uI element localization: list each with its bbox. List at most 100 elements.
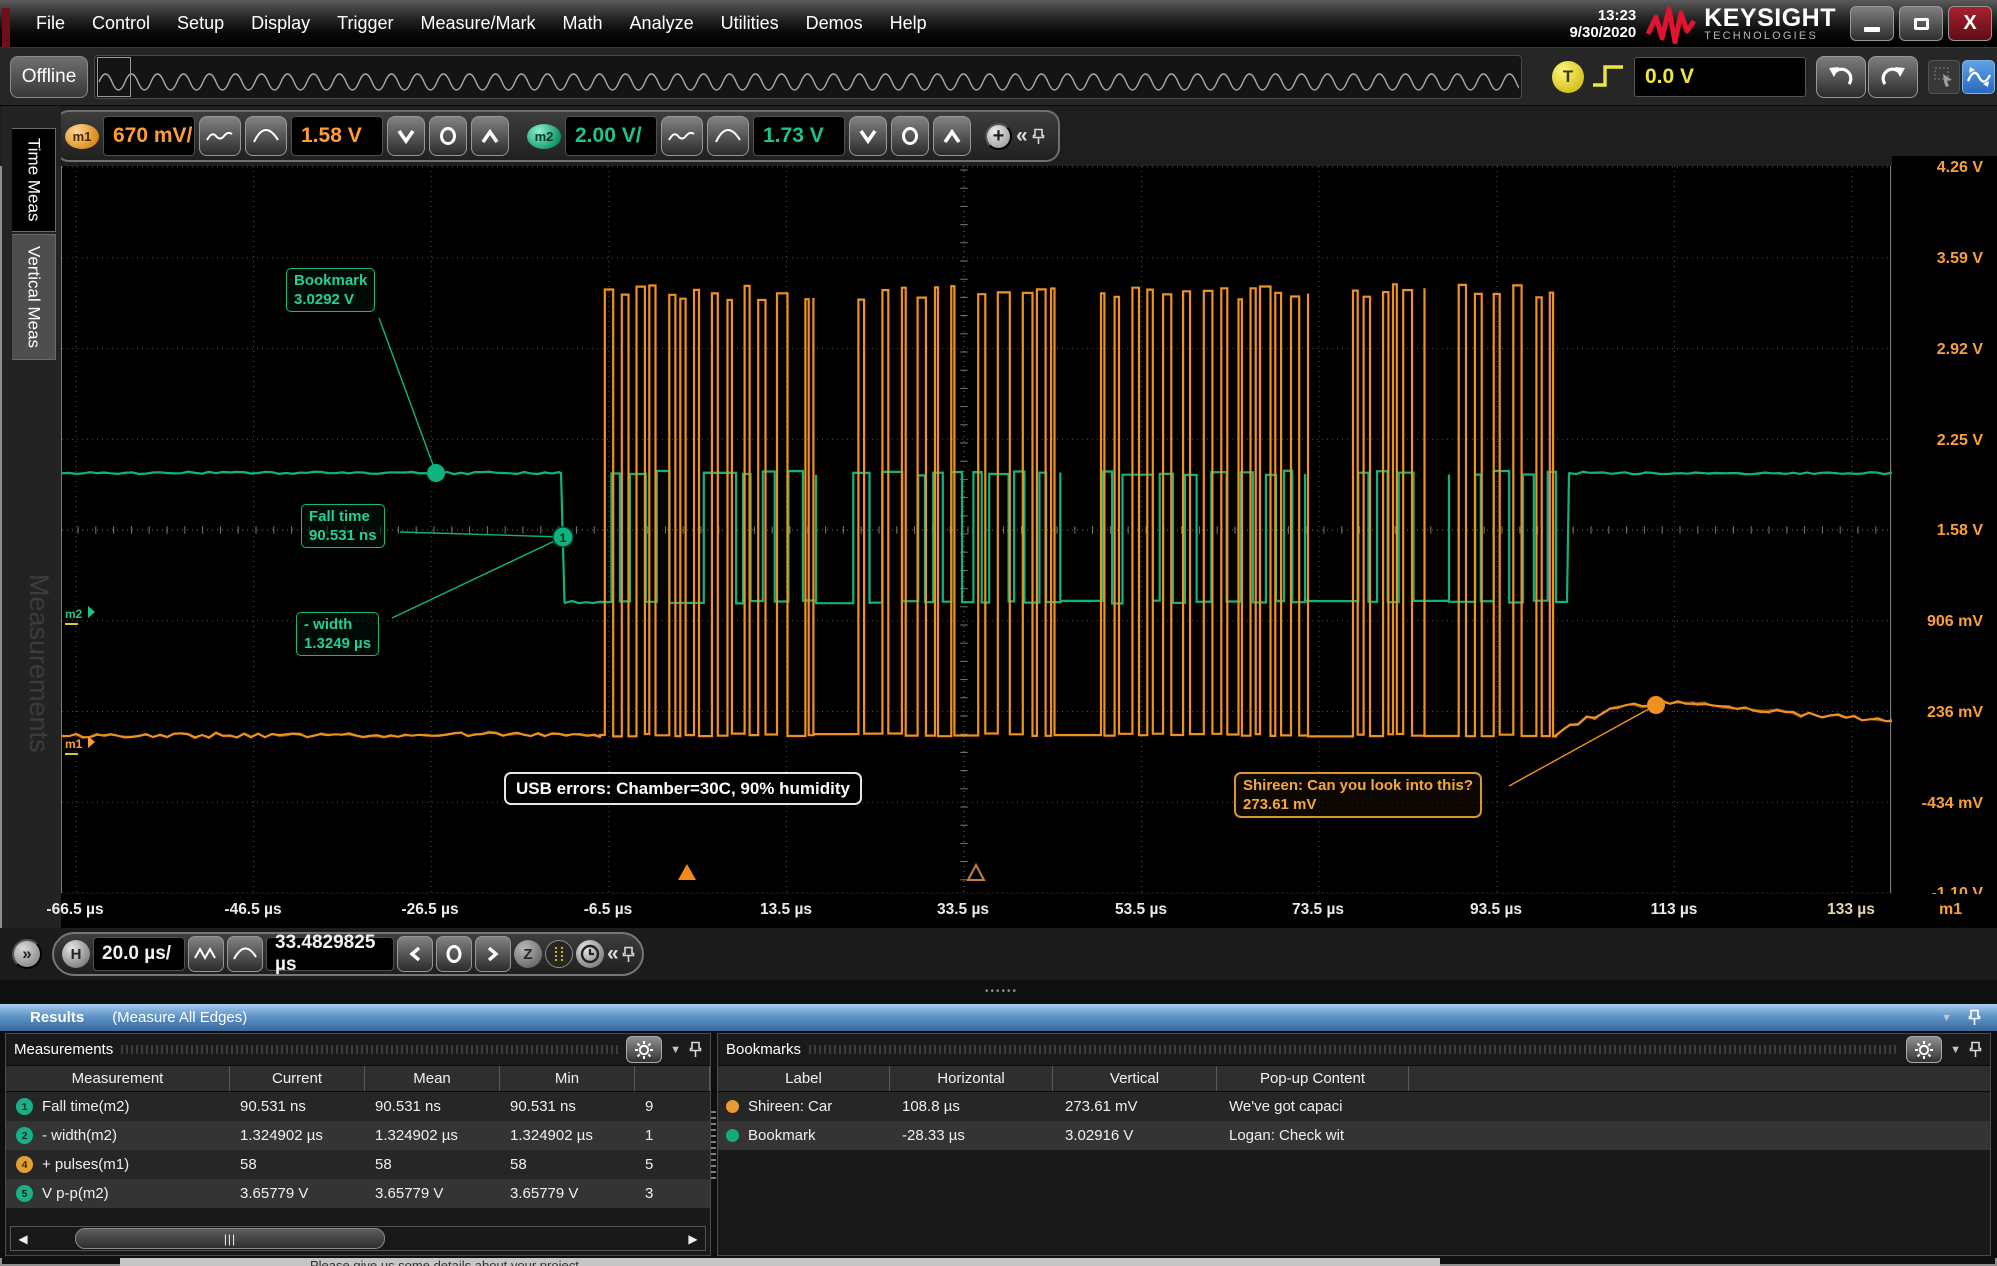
y-tick-label: 1.58 V xyxy=(1937,522,1983,540)
m1-offset-input[interactable]: 1.58 V xyxy=(291,116,383,156)
position-left-button[interactable] xyxy=(397,936,433,972)
offline-run-button[interactable]: Offline xyxy=(10,56,88,98)
table-row[interactable]: Shireen: Car 108.8 µs 273.61 mV We've go… xyxy=(718,1092,1990,1121)
trigger-edge-icon[interactable] xyxy=(1590,61,1626,91)
m1-offset-up-button[interactable] xyxy=(471,116,509,156)
m2-offset-down-button[interactable] xyxy=(849,116,887,156)
width-annotation[interactable]: - width 1.3249 µs xyxy=(296,612,379,656)
add-channel-button[interactable]: + xyxy=(985,123,1012,150)
table-row[interactable]: Bookmark -28.33 µs 3.02916 V Logan: Chec… xyxy=(718,1121,1990,1150)
m2-scale-input[interactable]: 2.00 V/ xyxy=(565,116,657,156)
menu-help[interactable]: Help xyxy=(890,13,927,34)
position-zero-button[interactable] xyxy=(436,936,472,972)
chevron-down-icon[interactable]: ▼ xyxy=(670,1044,681,1056)
menu-display[interactable]: Display xyxy=(251,13,310,34)
undo-button[interactable] xyxy=(1816,56,1866,98)
x-tick-label: -26.5 µs xyxy=(401,901,458,919)
menu-trigger[interactable]: Trigger xyxy=(337,13,393,34)
m2-offset-input[interactable]: 1.73 V xyxy=(753,116,845,156)
m1-scale-increase-wave-icon[interactable] xyxy=(245,116,287,156)
table-row[interactable]: 4+ pulses(m1) 58 58 58 5 xyxy=(6,1150,710,1179)
bookmark-annotation[interactable]: Bookmark 3.0292 V xyxy=(286,268,375,312)
close-button[interactable]: X xyxy=(1948,6,1992,41)
horizontal-scrollbar[interactable]: ◀ ||| ▶ xyxy=(10,1226,706,1251)
pointer-mode-button[interactable] xyxy=(1928,60,1960,94)
menu-file[interactable]: File xyxy=(36,13,65,34)
collapse-chevrons-icon[interactable]: « xyxy=(1016,126,1028,146)
channel-m1-badge[interactable]: m1 xyxy=(65,124,99,149)
pin-icon[interactable] xyxy=(622,946,635,963)
keysight-logo: KEYSIGHT TECHNOLOGIES xyxy=(1646,4,1850,44)
chevron-down-icon[interactable]: ▼ xyxy=(1950,1044,1961,1056)
channel-bar-strip: m1 670 mV/ 1.58 V m2 2.00 V/ 1.73 V + « xyxy=(0,106,1997,166)
usb-errors-note[interactable]: USB errors: Chamber=30C, 90% humidity xyxy=(504,772,862,805)
measurements-header-row: Measurement Current Mean Min xyxy=(6,1065,710,1092)
y-tick-label: -434 mV xyxy=(1922,795,1983,813)
menu-control[interactable]: Control xyxy=(92,13,150,34)
timebase-expand-wave-icon[interactable] xyxy=(227,936,263,972)
table-row[interactable]: 1Fall time(m2) 90.531 ns 90.531 ns 90.53… xyxy=(6,1092,710,1121)
tab-vertical-meas[interactable]: Vertical Meas xyxy=(12,234,56,360)
x-tick-label: 133 µs xyxy=(1827,901,1875,919)
table-row[interactable]: 5V p-p(m2) 3.65779 V 3.65779 V 3.65779 V… xyxy=(6,1179,710,1208)
pin-icon[interactable] xyxy=(1968,1009,1981,1026)
expand-panel-button[interactable]: » xyxy=(12,939,42,969)
gear-icon[interactable] xyxy=(626,1036,662,1063)
waveform-display[interactable]: m2m11 Bookmark 3.0292 V Fall time 90.531… xyxy=(61,166,1891,893)
minimize-button[interactable] xyxy=(1850,6,1894,41)
shireen-note[interactable]: Shireen: Can you look into this? 273.61 … xyxy=(1234,772,1482,818)
scrollbar-thumb[interactable]: ||| xyxy=(75,1228,385,1249)
menu-measure-mark[interactable]: Measure/Mark xyxy=(420,13,535,34)
channel-m2-badge[interactable]: m2 xyxy=(527,124,561,149)
bookmarks-panel-title: Bookmarks xyxy=(726,1041,801,1058)
maximize-button[interactable] xyxy=(1899,6,1943,41)
markers-button[interactable] xyxy=(545,940,573,968)
m1-scale-input[interactable]: 670 mV/ xyxy=(103,116,195,156)
channel-bar: m1 670 mV/ 1.58 V m2 2.00 V/ 1.73 V + « xyxy=(55,110,1060,162)
pin-icon[interactable] xyxy=(1032,128,1045,145)
chevron-down-icon[interactable]: ▼ xyxy=(1941,1012,1952,1024)
menu-utilities[interactable]: Utilities xyxy=(721,13,779,34)
collapse-chevrons-icon[interactable]: « xyxy=(607,944,619,964)
timebase-scale-input[interactable]: 20.0 µs/ xyxy=(93,937,185,971)
results-panels: Measurements ▼ Measurement Current Mean … xyxy=(0,1031,1997,1258)
m2-offset-zero-button[interactable] xyxy=(891,116,929,156)
panel-texture xyxy=(121,1045,618,1054)
m2-scale-increase-wave-icon[interactable] xyxy=(707,116,749,156)
table-row[interactable]: 2- width(m2) 1.324902 µs 1.324902 µs 1.3… xyxy=(6,1121,710,1150)
brand-sub: TECHNOLOGIES xyxy=(1704,30,1836,42)
pin-icon[interactable] xyxy=(1969,1041,1982,1058)
position-right-button[interactable] xyxy=(475,936,511,972)
trigger-badge[interactable]: T xyxy=(1552,61,1584,93)
x-tick-label: 113 µs xyxy=(1651,901,1698,919)
gear-icon[interactable] xyxy=(1906,1036,1942,1063)
touch-mode-button[interactable] xyxy=(1962,60,1995,94)
scroll-right-icon[interactable]: ▶ xyxy=(681,1227,705,1250)
panels-divider-handle[interactable] xyxy=(711,1111,716,1181)
menu-math[interactable]: Math xyxy=(563,13,603,34)
horizontal-position-input[interactable]: 33.4829825 µs xyxy=(266,937,394,971)
scroll-left-icon[interactable]: ◀ xyxy=(11,1227,35,1250)
horizontal-bar-strip: » H 20.0 µs/ 33.4829825 µs Z « xyxy=(0,928,1997,980)
redo-button[interactable] xyxy=(1868,56,1918,98)
trigger-waveform-preview[interactable] xyxy=(94,55,1522,99)
x-tick-label: 53.5 µs xyxy=(1115,901,1167,919)
panel-splitter[interactable]: •••••• xyxy=(0,980,1997,1004)
m1-offset-down-button[interactable] xyxy=(387,116,425,156)
timebase-compress-wave-icon[interactable] xyxy=(188,936,224,972)
pin-icon[interactable] xyxy=(689,1041,702,1058)
zoom-badge[interactable]: Z xyxy=(514,940,542,968)
menu-demos[interactable]: Demos xyxy=(806,13,863,34)
horizontal-badge[interactable]: H xyxy=(62,940,90,968)
tab-time-meas[interactable]: Time Meas xyxy=(12,128,56,232)
fall-time-annotation[interactable]: Fall time 90.531 ns xyxy=(301,504,385,548)
menu-analyze[interactable]: Analyze xyxy=(630,13,694,34)
m2-offset-up-button[interactable] xyxy=(933,116,971,156)
clock: 13:23 9/30/2020 xyxy=(1569,7,1646,41)
m1-scale-decrease-wave-icon[interactable] xyxy=(199,116,241,156)
m2-scale-decrease-wave-icon[interactable] xyxy=(661,116,703,156)
acquisition-clock-button[interactable] xyxy=(576,940,604,968)
menu-setup[interactable]: Setup xyxy=(177,13,224,34)
trigger-level-input[interactable]: 0.0 V xyxy=(1634,57,1806,97)
m1-offset-zero-button[interactable] xyxy=(429,116,467,156)
